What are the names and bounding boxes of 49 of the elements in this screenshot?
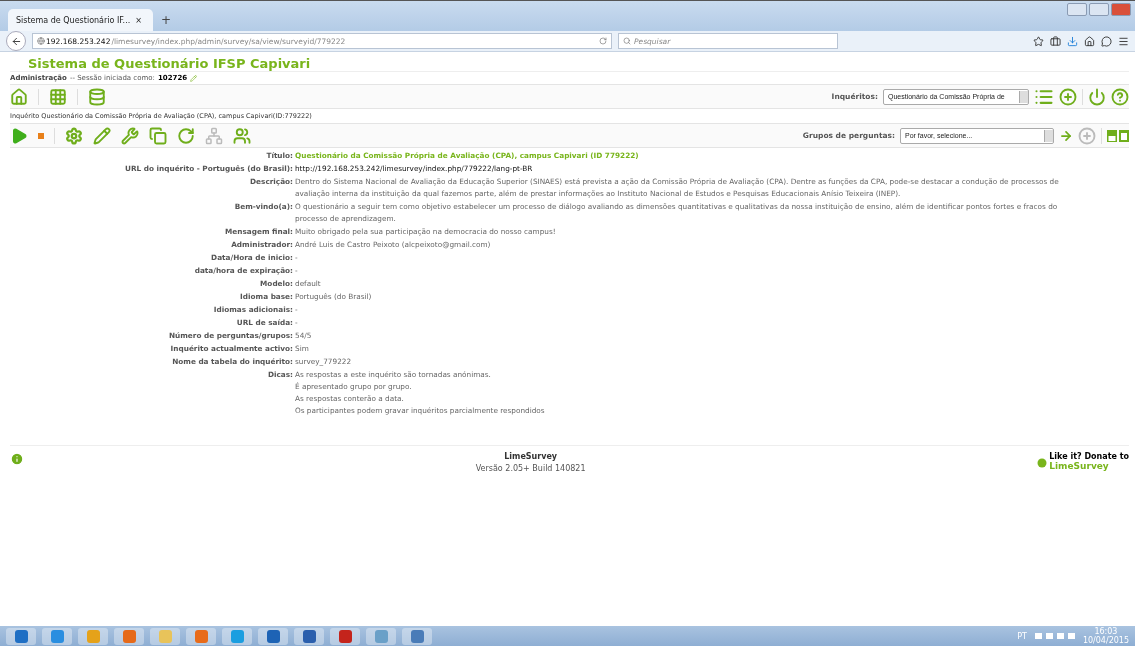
help-icon[interactable] bbox=[1111, 87, 1129, 106]
add-icon[interactable] bbox=[1059, 87, 1077, 106]
taskbar-app-icon[interactable] bbox=[402, 627, 432, 645]
search-icon bbox=[623, 37, 631, 45]
database-icon[interactable] bbox=[88, 87, 106, 106]
browser-tab[interactable]: Sistema de Questionário IF... × bbox=[8, 9, 153, 31]
taskbar-app-icon[interactable] bbox=[294, 627, 324, 645]
reload-icon[interactable] bbox=[599, 37, 607, 45]
home-icon[interactable] bbox=[1084, 35, 1095, 47]
donate-link[interactable]: Like it? Donate to LimeSurvey bbox=[1037, 452, 1129, 471]
hierarchy-icon[interactable] bbox=[205, 126, 223, 145]
stop-icon[interactable] bbox=[38, 132, 44, 139]
info-icon[interactable] bbox=[10, 452, 24, 466]
site-title: Sistema de Questionário IFSP Capivari bbox=[27, 56, 312, 71]
wrench-icon[interactable] bbox=[121, 126, 139, 145]
taskbar-app-icon[interactable] bbox=[186, 627, 216, 645]
taskbar-app-icon[interactable] bbox=[42, 627, 72, 645]
users-icon[interactable] bbox=[233, 126, 251, 145]
tab-close-button[interactable]: × bbox=[135, 15, 142, 25]
globe-icon bbox=[37, 37, 45, 45]
pencil-icon[interactable] bbox=[190, 74, 198, 82]
footer-version: Versão 2.05+ Build 140821 bbox=[475, 464, 586, 473]
taskbar-app-icon[interactable] bbox=[330, 627, 360, 645]
taskbar-app-icon[interactable] bbox=[114, 627, 144, 645]
play-icon[interactable] bbox=[10, 126, 28, 145]
add-icon[interactable] bbox=[1078, 126, 1096, 145]
back-arrow-icon bbox=[10, 35, 22, 47]
power-icon[interactable] bbox=[1088, 87, 1106, 106]
copy-icon[interactable] bbox=[149, 126, 167, 145]
download-icon[interactable] bbox=[1067, 35, 1078, 47]
footer-product: LimeSurvey bbox=[504, 452, 558, 461]
taskbar-app-icon[interactable] bbox=[366, 627, 396, 645]
minimize-button[interactable] bbox=[1067, 3, 1087, 16]
taskbar-app-icon[interactable] bbox=[222, 627, 252, 645]
new-tab-button[interactable]: + bbox=[161, 13, 172, 27]
bookmark-star-icon[interactable] bbox=[1033, 35, 1044, 47]
chat-icon[interactable] bbox=[1101, 35, 1112, 47]
refresh-icon[interactable] bbox=[177, 126, 195, 145]
taskbar-app-icon[interactable] bbox=[6, 627, 36, 645]
tray-icons-drawing[interactable] bbox=[1034, 632, 1075, 640]
close-button[interactable] bbox=[1111, 3, 1131, 16]
grid-icon[interactable] bbox=[49, 87, 67, 106]
back-button[interactable] bbox=[6, 31, 26, 51]
layout-icon[interactable] bbox=[1107, 129, 1129, 142]
restore-button[interactable] bbox=[1089, 3, 1109, 16]
taskbar-app-icon[interactable] bbox=[258, 627, 288, 645]
menu-icon[interactable] bbox=[1118, 35, 1129, 47]
pencil-icon[interactable] bbox=[93, 126, 111, 145]
settings-icon[interactable] bbox=[65, 126, 83, 145]
